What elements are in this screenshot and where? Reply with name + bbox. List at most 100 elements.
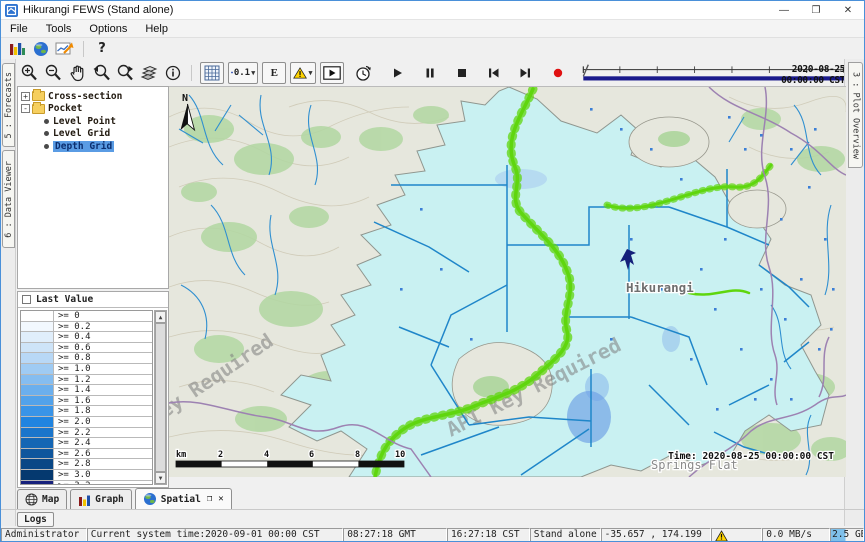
layer-bullet-icon — [44, 119, 49, 124]
scroll-down-icon[interactable]: ▼ — [155, 472, 166, 484]
zoom-next-button[interactable] — [113, 62, 137, 84]
legend-swatch — [21, 375, 54, 385]
time-settings-button[interactable] — [352, 62, 376, 84]
app-logo-icon — [5, 4, 18, 17]
town-label: Hikurangi — [626, 280, 694, 295]
tree-item-level-grid[interactable]: Level Grid — [18, 128, 168, 141]
spatial-globe-icon — [143, 492, 157, 506]
menu-tools[interactable]: Tools — [37, 23, 81, 35]
map-display-button[interactable] — [29, 38, 53, 60]
legend-row: >= 3.2 — [21, 481, 152, 486]
scroll-up-icon[interactable]: ▲ — [155, 311, 166, 323]
info-button[interactable] — [161, 62, 185, 84]
legend-scrollbar[interactable]: ▲ ▼ — [154, 310, 167, 485]
legend-swatch — [21, 406, 54, 416]
step-forward-button[interactable] — [514, 62, 538, 84]
legend-swatch — [21, 343, 54, 353]
tree-item-pocket[interactable]: - Pocket — [18, 103, 168, 116]
time-slider-thumb[interactable] — [583, 64, 588, 76]
legend-row: >= 3.0 — [21, 470, 152, 481]
stop-button[interactable] — [450, 62, 474, 84]
tree-item-cross-section[interactable]: + Cross-section — [18, 90, 168, 103]
right-tab-strip: 3 : Plot Overview — [844, 59, 864, 526]
svg-text:4: 4 — [264, 450, 269, 460]
legend-row: >= 1.4 — [21, 385, 152, 396]
scroll-thumb[interactable] — [155, 323, 166, 472]
svg-text:N: N — [182, 93, 188, 104]
current-datetime-label: 2020-08-25 00:00:00 CST — [746, 64, 845, 86]
minimize-button[interactable]: — — [768, 1, 800, 20]
expand-icon[interactable]: + — [21, 92, 30, 101]
svg-text:10: 10 — [395, 450, 405, 460]
close-button[interactable]: ✕ — [832, 1, 864, 20]
record-button[interactable] — [546, 62, 570, 84]
zoom-previous-button[interactable] — [89, 62, 113, 84]
layers-button[interactable] — [137, 62, 161, 84]
menu-help[interactable]: Help — [136, 23, 177, 35]
tab-map[interactable]: Map — [17, 489, 67, 509]
info-icon — [165, 65, 181, 81]
legend-row: >= 0.4 — [21, 332, 152, 343]
tab-plot-overview[interactable]: 3 : Plot Overview — [848, 62, 863, 168]
legend-panel: Last Value >= 0 >= 0.2 >= 0.4 >= 0.6 >= … — [17, 291, 169, 488]
help-icon: ? — [90, 41, 114, 56]
threshold-dropdown[interactable]: 0.1 ▼ — [228, 62, 258, 84]
status-system-time: Current system time:2020-09-01 00:00 CST — [87, 528, 343, 542]
open-animation-button[interactable] — [320, 62, 344, 84]
zoom-in-button[interactable] — [17, 62, 41, 84]
legend-swatch — [21, 364, 54, 374]
tab-maximize-icon[interactable]: ❒ — [207, 494, 212, 504]
step-back-button[interactable] — [482, 62, 506, 84]
menu-options[interactable]: Options — [80, 23, 136, 35]
stop-icon — [456, 67, 468, 79]
tab-close-icon[interactable]: ✕ — [218, 494, 223, 504]
tab-graph[interactable]: Graph — [70, 489, 132, 509]
status-warning[interactable] — [711, 528, 762, 542]
map-viewport[interactable]: API Key Required API Key Required — [169, 86, 846, 476]
pause-button[interactable] — [418, 62, 442, 84]
map-time-label: Time: 2020-08-25 00:00:00 CST — [668, 451, 834, 462]
menu-file[interactable]: File — [1, 23, 37, 35]
zoom-out-icon — [44, 64, 62, 82]
database-viewer-button[interactable] — [5, 38, 29, 60]
status-local-time: 16:27:18 CST — [447, 528, 530, 542]
help-button[interactable]: ? — [90, 38, 114, 60]
play-button[interactable] — [386, 62, 410, 84]
clock-icon — [355, 64, 373, 82]
legend-swatch — [21, 470, 54, 480]
play-icon — [392, 67, 404, 79]
tab-forecasts[interactable]: 5 : Forecasts — [2, 63, 15, 147]
spatial-display-button[interactable] — [53, 38, 77, 60]
tab-spatial[interactable]: Spatial ❒ ✕ — [135, 488, 232, 509]
toolbar-separator — [83, 41, 84, 57]
pause-icon — [424, 67, 436, 79]
layers-icon — [140, 65, 158, 81]
step-forward-icon — [519, 67, 532, 79]
tree-item-depth-grid[interactable]: Depth Grid — [18, 140, 168, 153]
last-value-checkbox[interactable] — [22, 295, 31, 304]
editor-button[interactable]: E — [262, 62, 286, 84]
grid-display-button[interactable] — [200, 62, 224, 84]
step-back-icon — [487, 67, 500, 79]
legend-swatch — [21, 311, 54, 321]
maximize-button[interactable]: ❐ — [800, 1, 832, 20]
zoom-previous-icon — [92, 64, 111, 82]
svg-text:8: 8 — [355, 450, 360, 460]
zoom-out-button[interactable] — [41, 62, 65, 84]
bar-chart-icon — [78, 494, 91, 506]
tree-item-level-point[interactable]: Level Point — [18, 115, 168, 128]
legend-swatch — [21, 353, 54, 363]
collapse-icon[interactable]: - — [21, 104, 30, 113]
warnings-dropdown[interactable]: ▼ — [290, 62, 315, 84]
pan-button[interactable] — [65, 62, 89, 84]
window-title: Hikurangi FEWS (Stand alone) — [23, 4, 173, 16]
chart-arrow-icon — [55, 40, 75, 57]
legend-row: >= 0 — [21, 311, 152, 322]
legend-row: >= 2.8 — [21, 459, 152, 470]
legend-row: >= 2.0 — [21, 417, 152, 428]
logs-button[interactable]: Logs — [17, 512, 54, 527]
status-mode: Stand alone — [530, 528, 601, 542]
tab-data-viewer[interactable]: 6 : Data Viewer — [2, 150, 15, 248]
grid-icon — [204, 65, 220, 81]
globe-wireframe-icon — [25, 493, 38, 506]
